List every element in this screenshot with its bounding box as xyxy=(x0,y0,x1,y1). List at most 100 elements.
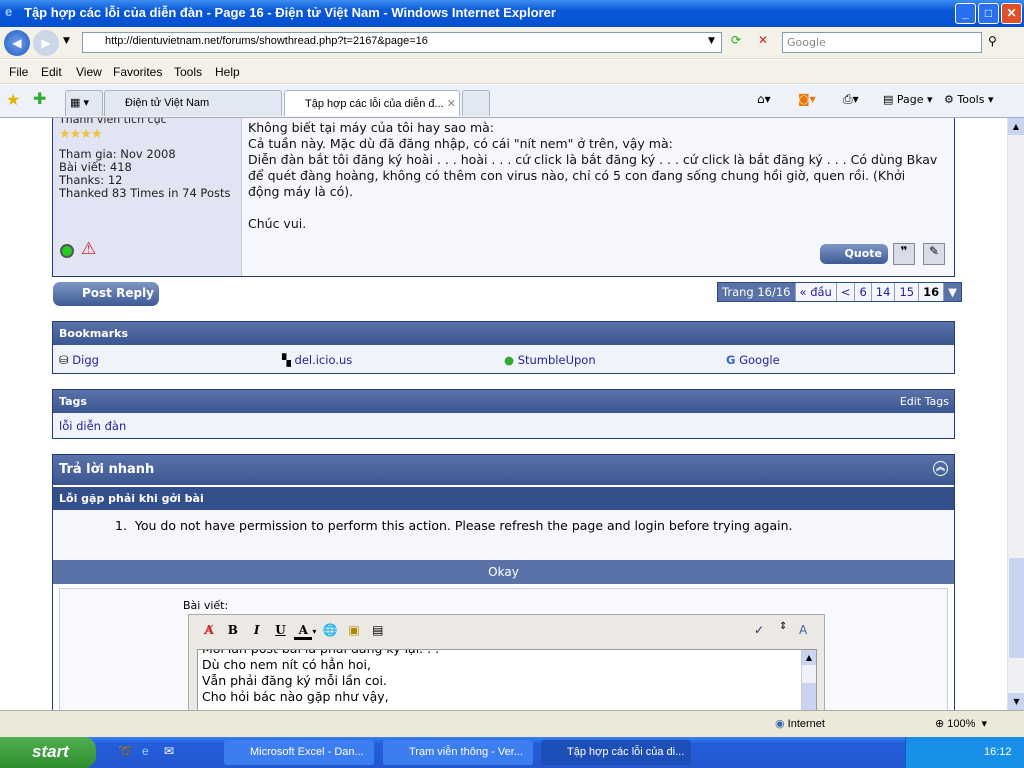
menu-edit[interactable]: Edit xyxy=(41,65,62,79)
address-input[interactable]: http://dientuvietnam.net/forums/showthre… xyxy=(82,32,722,53)
online-status-icon xyxy=(60,244,74,258)
bookmark-digg[interactable]: ⛁ Digg xyxy=(59,353,99,367)
navigation-bar: ◀ ▶ ▼ http://dientuvietnam.net/forums/sh… xyxy=(0,27,1024,59)
task-ie[interactable]: Tập hợp các lỗi của di... xyxy=(541,740,691,765)
page-menu[interactable]: ▤ Page ▾ xyxy=(883,93,933,106)
switch-mode-icon[interactable]: A xyxy=(799,623,807,637)
quicklaunch-ie-icon[interactable]: e xyxy=(142,744,149,758)
tag-link[interactable]: lỗi diễn đàn xyxy=(59,419,126,433)
refresh-icon[interactable]: ⟳ xyxy=(731,33,741,47)
post-line: Cả tuần này. Mặc dù đã đăng nhập, có cái… xyxy=(248,136,673,151)
post: Thành viên tích cực ★★★★ Tham gia: Nov 2… xyxy=(52,118,955,277)
multi-quote-button[interactable]: ❞ xyxy=(893,243,915,265)
page-jump-dropdown[interactable]: ▼ xyxy=(943,283,961,301)
new-tab-button[interactable] xyxy=(462,90,490,116)
scroll-thumb[interactable] xyxy=(1009,558,1024,658)
quote-icon[interactable]: ▤ xyxy=(368,623,388,637)
back-button[interactable]: ◀ xyxy=(4,30,30,56)
tab-dien-tu-viet-nam[interactable]: Điện tử Việt Nam xyxy=(104,90,282,116)
remove-format-icon[interactable]: A̸ xyxy=(199,623,219,637)
report-post-icon[interactable]: ⚠ xyxy=(81,239,96,259)
page-scrollbar[interactable]: ▲ ▼ xyxy=(1007,118,1024,710)
bookmarks-title: Bookmarks xyxy=(53,322,954,345)
quicklaunch-icon[interactable]: ➰ xyxy=(118,744,133,758)
print-icon[interactable]: ⎙▾ xyxy=(843,92,859,107)
message-textarea[interactable]: Mỗi lần post bài là phải đăng ký lại. . … xyxy=(197,649,817,710)
quote-button[interactable]: Quote xyxy=(820,244,888,264)
zoom-control[interactable]: ⊕ 100% ▾ xyxy=(935,717,987,730)
bookmark-stumbleupon[interactable]: ● StumbleUpon xyxy=(504,353,596,367)
quicklaunch-outlook-icon[interactable]: ✉ xyxy=(164,744,174,758)
spellcheck-icon[interactable]: ✓ xyxy=(754,623,764,637)
message-label: Bài viết: xyxy=(183,599,229,612)
insert-image-icon[interactable]: ▣ xyxy=(344,623,364,637)
menu-help[interactable]: Help xyxy=(215,65,240,79)
menu-tools[interactable]: Tools xyxy=(174,65,202,79)
page-first-link[interactable]: « đầu xyxy=(794,283,836,301)
page-prev-link[interactable]: < xyxy=(835,283,855,301)
post-body: Không biết tại máy của tôi hay sao mà: C… xyxy=(248,120,938,232)
forward-button[interactable]: ▶ xyxy=(33,30,59,56)
page-link[interactable]: 15 xyxy=(894,283,919,301)
bookmark-delicious[interactable]: ▚ del.icio.us xyxy=(282,353,352,367)
post-reply-button[interactable]: Post Reply xyxy=(53,282,159,306)
close-tab-icon[interactable]: ✕ xyxy=(447,98,456,110)
scroll-up-icon[interactable]: ▲ xyxy=(802,650,816,665)
bookmark-google[interactable]: G Google xyxy=(726,353,780,367)
collapse-icon[interactable]: ︽ xyxy=(933,461,948,476)
menu-file[interactable]: File xyxy=(9,65,28,79)
editor-line: Cho hỏi bác nào gặp như vậy, xyxy=(202,689,389,704)
scroll-down-arrow[interactable]: ▼ xyxy=(1008,693,1024,710)
post-line: Chúc vui. xyxy=(248,216,307,231)
task-tram-vien-thong[interactable]: Trạm viễn thông - Ver... xyxy=(383,740,533,765)
page-menu-label: Page xyxy=(896,93,924,106)
okay-button[interactable]: Okay xyxy=(53,560,954,584)
scroll-up-arrow[interactable]: ▲ xyxy=(1008,118,1024,135)
pagination: Trang 16/16 « đầu <6 14 15 16 ▼ xyxy=(717,282,962,302)
home-icon[interactable]: ⌂▾ xyxy=(757,92,771,106)
tab-active[interactable]: Tập hợp các lỗi của diễn đ... ✕ xyxy=(284,90,460,116)
stumbleupon-icon: ● xyxy=(504,353,515,367)
italic-button[interactable]: I xyxy=(247,623,267,637)
edit-tags-link[interactable]: Edit Tags xyxy=(900,395,949,408)
minimize-button[interactable]: _ xyxy=(955,3,976,24)
search-input[interactable]: Google xyxy=(782,32,982,53)
tab-label: Điện tử Việt Nam xyxy=(125,97,210,109)
insert-link-icon[interactable]: 🌐 xyxy=(320,623,340,637)
recent-pages-dropdown[interactable]: ▼ xyxy=(63,36,70,46)
font-color-dropdown[interactable]: ▾ xyxy=(312,627,316,636)
page-current: 16 xyxy=(918,283,944,301)
font-color-button[interactable]: A xyxy=(294,623,313,640)
add-favorite-icon[interactable]: ✚ xyxy=(33,89,46,108)
bold-button[interactable]: B xyxy=(223,623,243,637)
editor-scrollbar[interactable]: ▲ xyxy=(801,650,816,710)
address-dropdown[interactable]: ▼ xyxy=(708,36,715,46)
quick-reply-button[interactable]: ✎ xyxy=(923,243,945,265)
stop-icon[interactable]: ✕ xyxy=(758,33,768,47)
close-button[interactable]: ✕ xyxy=(1001,3,1022,24)
pagination-label: Trang 16/16 xyxy=(718,283,795,301)
feeds-icon[interactable]: ◙▾ xyxy=(798,92,816,106)
page-link[interactable]: 14 xyxy=(870,283,895,301)
favorites-star-icon[interactable]: ★ xyxy=(6,90,20,109)
menu-favorites[interactable]: Favorites xyxy=(113,65,162,79)
post-line: Không biết tại máy của tôi hay sao mà: xyxy=(248,120,495,135)
editor-line: Mỗi lần post bài là phải đăng ký lại. . … xyxy=(202,650,816,657)
page-link[interactable]: 6 xyxy=(854,283,871,301)
tools-menu[interactable]: ⚙ Tools ▾ xyxy=(944,93,994,106)
scroll-thumb[interactable] xyxy=(802,683,816,710)
maximize-button[interactable]: □ xyxy=(978,3,999,24)
tab-bar: ★ ✚ ▦ ▾ Điện tử Việt Nam Tập hợp các lỗi… xyxy=(0,85,1024,118)
quick-tabs-button[interactable]: ▦ ▾ xyxy=(65,90,103,116)
error-message: You do not have permission to perform th… xyxy=(134,518,793,533)
resize-icon[interactable]: ⇕ xyxy=(779,621,787,632)
post-line xyxy=(248,200,938,216)
menu-view[interactable]: View xyxy=(76,65,102,79)
task-excel[interactable]: Microsoft Excel - Dan... xyxy=(224,740,374,765)
window-title: Tập hợp các lỗi của diễn đàn - Page 16 -… xyxy=(24,5,556,20)
digg-icon: ⛁ xyxy=(59,353,69,367)
search-icon[interactable]: ⚲ xyxy=(988,34,997,48)
underline-button[interactable]: U xyxy=(270,623,290,637)
tags-title: Tags xyxy=(59,395,87,408)
start-button[interactable]: start xyxy=(0,737,96,768)
